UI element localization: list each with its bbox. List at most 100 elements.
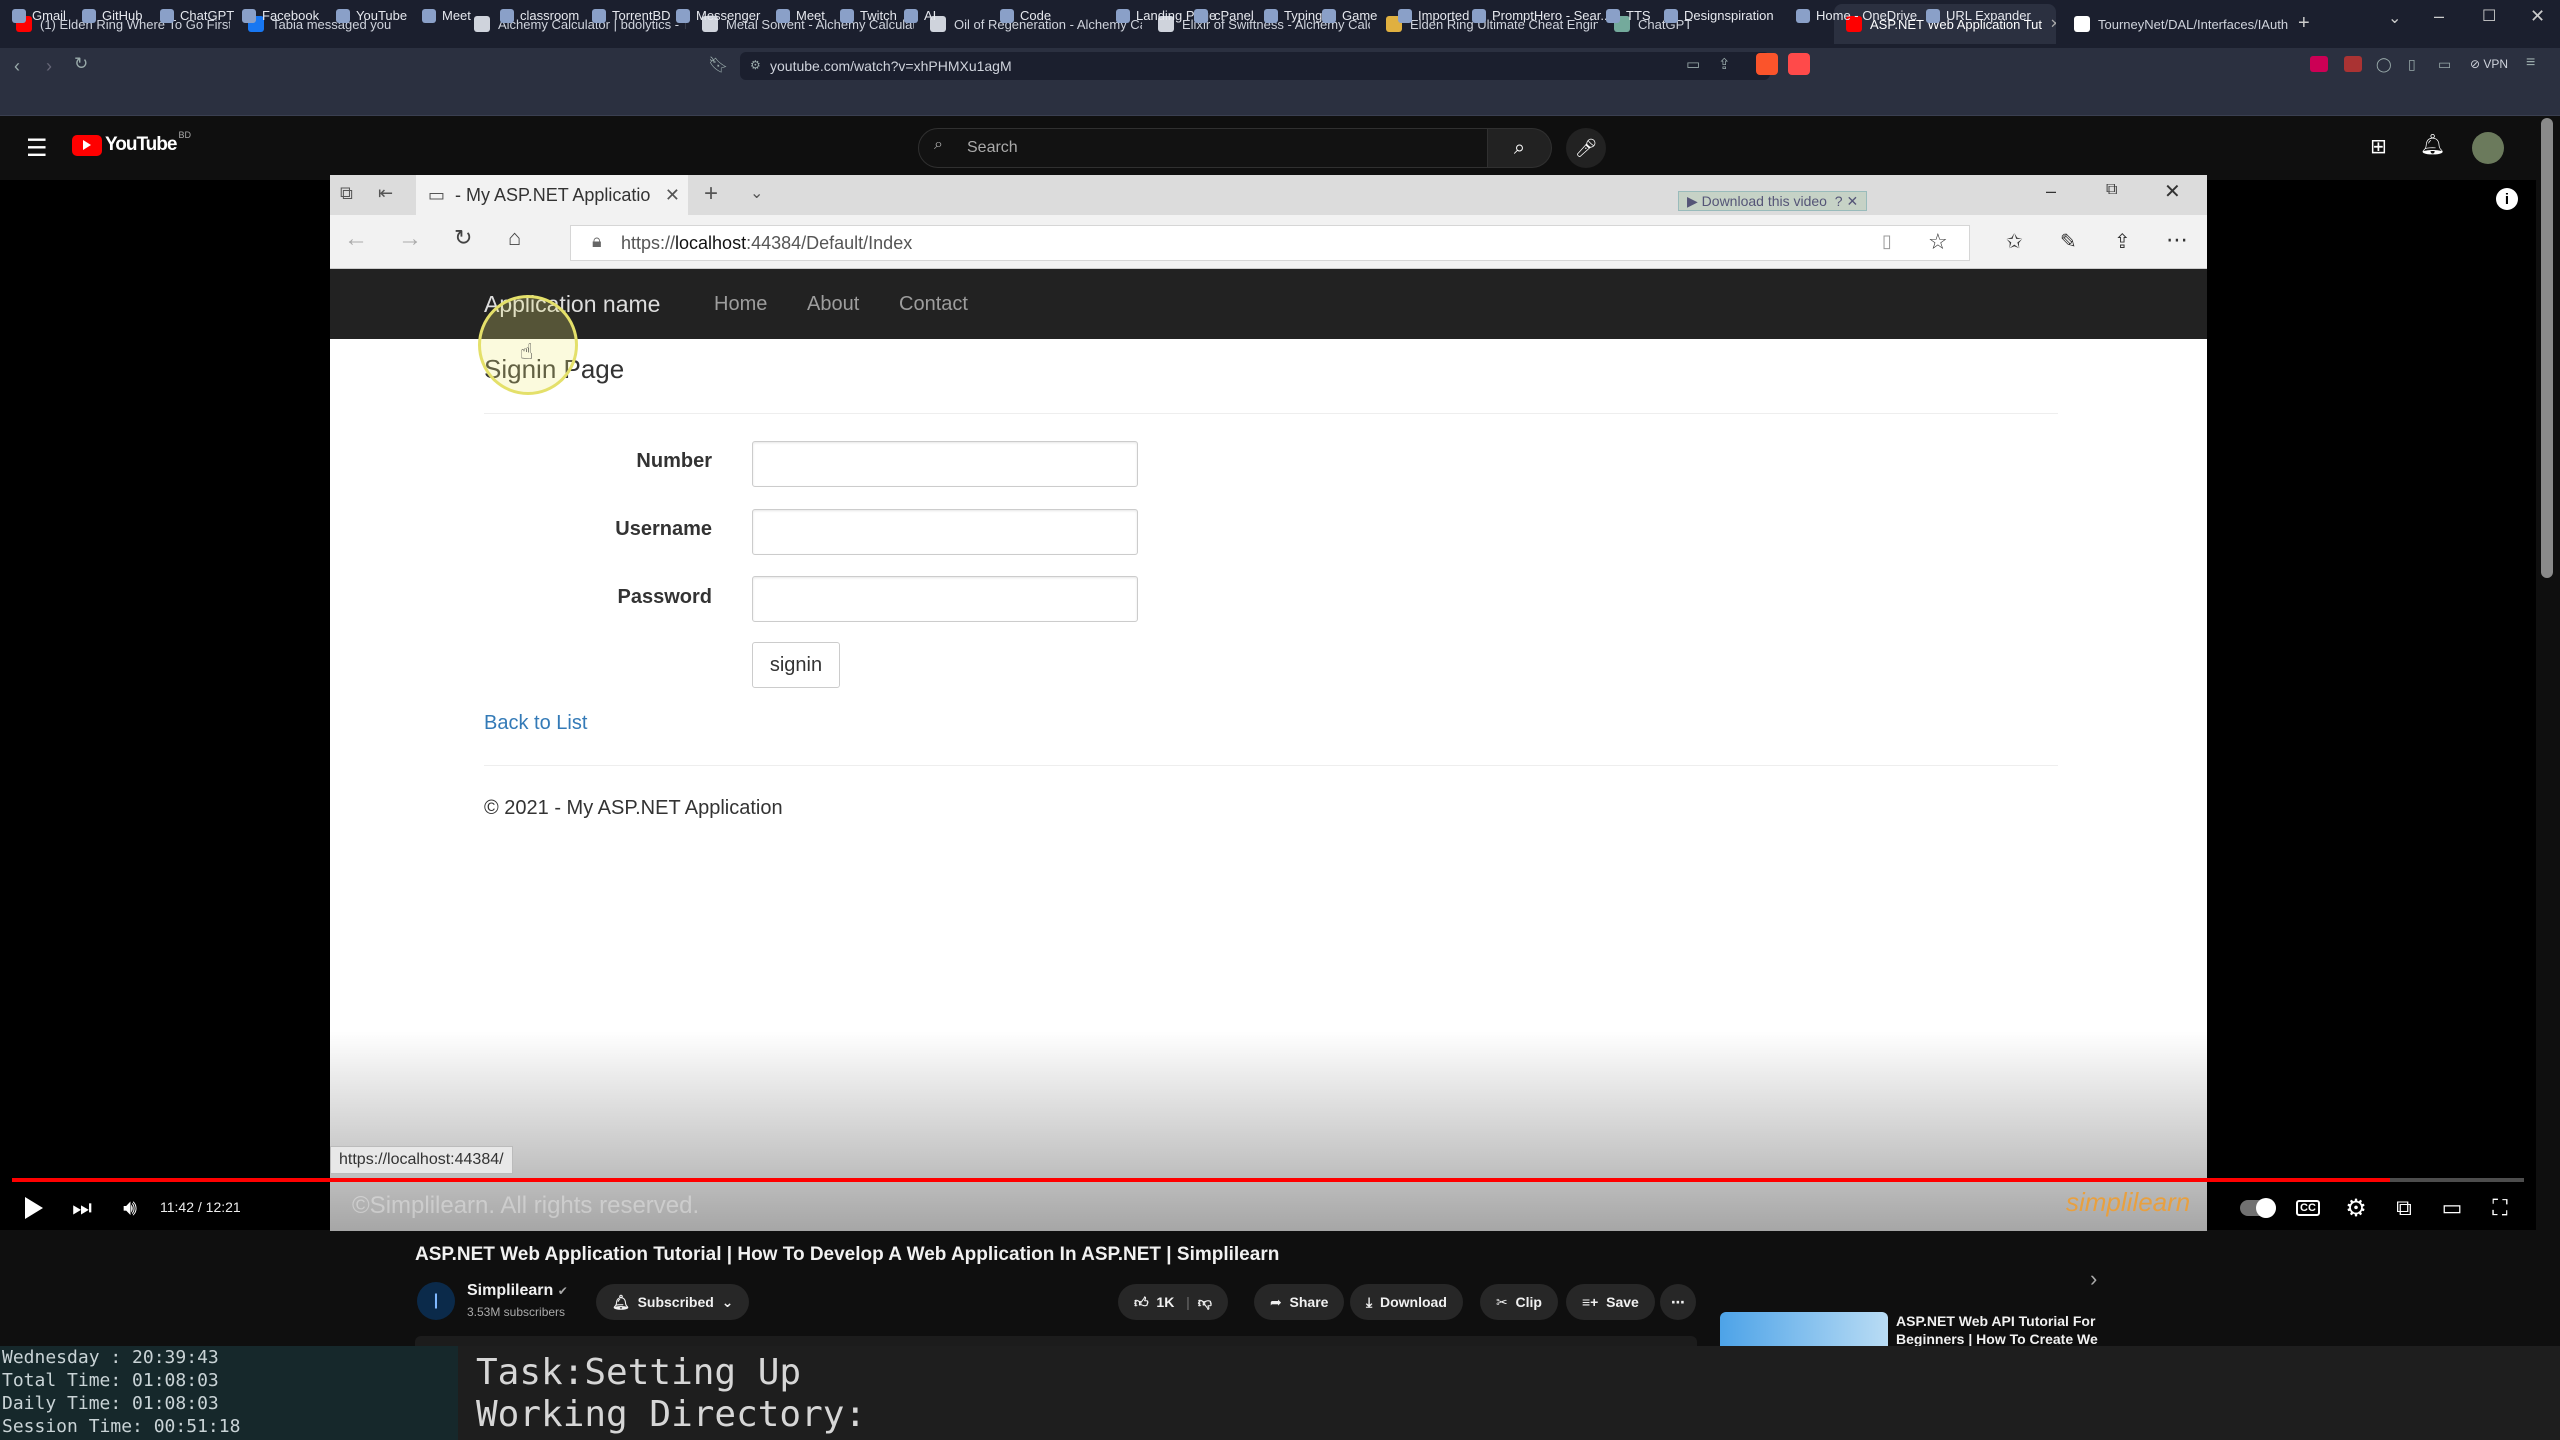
bookmark-label: cPanel	[1214, 8, 1254, 23]
inner-tab: ▭ - My ASP.NET Applicatio ✕	[416, 175, 688, 215]
scrollbar-thumb[interactable]	[2541, 118, 2553, 578]
thumbs-down-icon[interactable]: 👎︎	[1198, 1294, 1212, 1311]
chevron-right-icon[interactable]: ›	[2090, 1266, 2097, 1292]
close-window-icon[interactable]: ✕	[2530, 6, 2545, 27]
bookmark-label: TorrentBD	[612, 8, 671, 23]
inner-restore-icon: ⧉	[2106, 181, 2118, 198]
menu-icon[interactable]: ≡	[2526, 54, 2535, 72]
search-input[interactable]: Search	[918, 128, 1488, 168]
chat-extension-icon[interactable]: ◯	[2376, 56, 2392, 73]
bookmark-item[interactable]: Meet	[776, 8, 825, 23]
theater-mode-button[interactable]: ▭	[2434, 1190, 2470, 1226]
vpn-button[interactable]: ⊘ VPN	[2470, 57, 2508, 71]
bookmark-item[interactable]: Designspiration	[1664, 8, 1774, 23]
info-icon[interactable]: i	[2496, 188, 2518, 210]
hamburger-menu-icon[interactable]: ☰	[26, 134, 48, 163]
brave-shield-icon[interactable]	[1756, 53, 1778, 75]
bookmark-item[interactable]: Facebook	[242, 8, 319, 23]
bookmark-item[interactable]: TTS	[1606, 8, 1651, 23]
extension-icon[interactable]	[2310, 56, 2328, 72]
avatar[interactable]	[2472, 132, 2504, 164]
mute-button[interactable]: 🔊︎	[112, 1190, 148, 1226]
new-tab-button[interactable]: +	[2298, 12, 2310, 35]
bookmark-label: PromptHero - Sear...	[1492, 8, 1612, 23]
bookmark-item[interactable]: Imported	[1398, 8, 1469, 23]
task-line: Task:Setting Up	[476, 1352, 802, 1393]
bookmark-item[interactable]: Game	[1322, 8, 1377, 23]
play-button[interactable]	[16, 1190, 52, 1226]
cast-icon[interactable]: ▭	[1686, 55, 1700, 73]
channel-name[interactable]: Simplilearn ✔	[467, 1282, 568, 1300]
subscribed-button[interactable]: 🔔︎ Subscribed ⌄	[596, 1284, 750, 1320]
bookmark-item[interactable]: YouTube	[336, 8, 407, 23]
subtitles-button[interactable]: CC	[2290, 1190, 2326, 1226]
save-button[interactable]: ≡+ Save	[1566, 1284, 1655, 1320]
share-button[interactable]: ➦ Share	[1254, 1284, 1345, 1320]
like-button[interactable]: 👍︎ 1K | 👎︎	[1118, 1284, 1228, 1320]
bookmark-item[interactable]: Messenger	[676, 8, 760, 23]
bookmark-item[interactable]: GitHub	[82, 8, 142, 23]
chevron-down-icon: ⌄	[721, 1293, 734, 1310]
miniplayer-button[interactable]: ⧉	[2386, 1190, 2422, 1226]
url-field[interactable]: youtube.com/watch?v=xhPHMXu1agM	[740, 52, 1770, 80]
bookmark-item[interactable]: Twitch	[840, 8, 897, 23]
bookmark-item[interactable]: PromptHero - Sear...	[1472, 8, 1611, 23]
bookmark-favicon-icon	[12, 8, 26, 23]
site-info-icon[interactable]: ⚙	[750, 58, 761, 72]
autoplay-toggle[interactable]	[2240, 1198, 2276, 1218]
more-actions-button[interactable]: ⋯	[1660, 1284, 1696, 1320]
forward-icon[interactable]: ›	[46, 56, 52, 77]
save-label: Save	[1606, 1294, 1639, 1310]
bookmark-label: Gmail	[32, 8, 66, 23]
directory-line: Working Directory:	[476, 1394, 867, 1435]
minimize-window-icon[interactable]: –	[2434, 6, 2444, 27]
clip-button[interactable]: ✂ Clip	[1480, 1284, 1558, 1320]
bookmark-item[interactable]: Home - OneDrive	[1796, 8, 1917, 23]
bookmark-label: YouTube	[356, 8, 408, 23]
page-footer: © 2021 - My ASP.NET Application	[484, 797, 783, 819]
bookmark-item[interactable]: cPanel	[1194, 8, 1254, 23]
username-field	[752, 509, 1138, 555]
bookmark-item[interactable]: TorrentBD	[592, 8, 671, 23]
bookmark-item[interactable]: ChatGPT	[160, 8, 234, 23]
sidebar-icon[interactable]: ▯	[2408, 56, 2416, 73]
search-input-icon: ⌕	[934, 136, 943, 153]
reload-icon[interactable]: ↻	[74, 54, 88, 74]
channel-avatar[interactable]: |	[417, 1282, 455, 1320]
brave-rewards-icon[interactable]	[1788, 53, 1810, 75]
inner-favorites-icon: ✩	[2006, 231, 2023, 253]
tab-search-icon[interactable]: ⌄	[2388, 8, 2401, 28]
recommended-thumbnail[interactable]	[1720, 1312, 1888, 1346]
bookmark-label: Code	[1020, 8, 1052, 23]
back-icon[interactable]: ‹	[14, 56, 20, 77]
task-panel: Task:Setting Up Working Directory:	[476, 1352, 866, 1436]
next-video-button[interactable]: ⏭︎	[64, 1190, 100, 1226]
bookmark-favicon-icon	[336, 8, 350, 23]
search-button[interactable]: ⌕	[1488, 128, 1552, 168]
notifications-bell-icon[interactable]: 🔔︎	[2420, 132, 2445, 157]
bookmark-item[interactable]: Gmail	[12, 8, 66, 23]
bookmark-item[interactable]: Meet	[422, 8, 471, 23]
bookmark-page-icon[interactable]: 🔖︎	[708, 55, 728, 75]
settings-button[interactable]: ⚙	[2338, 1190, 2374, 1226]
extension-icon[interactable]	[2344, 56, 2362, 72]
fullscreen-button[interactable]: ⛶	[2482, 1190, 2518, 1226]
maximize-window-icon[interactable]: ☐	[2482, 6, 2496, 26]
download-button[interactable]: ⤓ Download	[1350, 1284, 1463, 1320]
youtube-logo[interactable]: YouTube BD	[72, 130, 191, 156]
share-icon[interactable]: ⇪	[1718, 55, 1731, 73]
browser-tab[interactable]: TourneyNet/DAL/Interfaces/IAuth	[2062, 4, 2290, 44]
recommended-title[interactable]: ASP.NET Web API Tutorial For Beginners |…	[1896, 1312, 2098, 1348]
bookmark-item[interactable]: URL Expander	[1926, 8, 2031, 23]
bookmark-item[interactable]: AI	[904, 8, 936, 23]
create-video-icon[interactable]: ⊞	[2370, 134, 2387, 159]
voice-search-button[interactable]: 🎤︎	[1566, 128, 1606, 168]
wallet-icon[interactable]: ▭	[2438, 56, 2451, 73]
tracker-line: Total Time: 01:08:03	[2, 1370, 219, 1391]
bookmark-favicon-icon	[1926, 8, 1940, 23]
bookmark-item[interactable]: Code	[1000, 8, 1051, 23]
close-tab-icon[interactable]: ✕	[2042, 16, 2056, 32]
bookmark-item[interactable]: Typing	[1264, 8, 1322, 23]
description-box[interactable]	[415, 1336, 1697, 1346]
bookmark-item[interactable]: classroom	[500, 8, 579, 23]
